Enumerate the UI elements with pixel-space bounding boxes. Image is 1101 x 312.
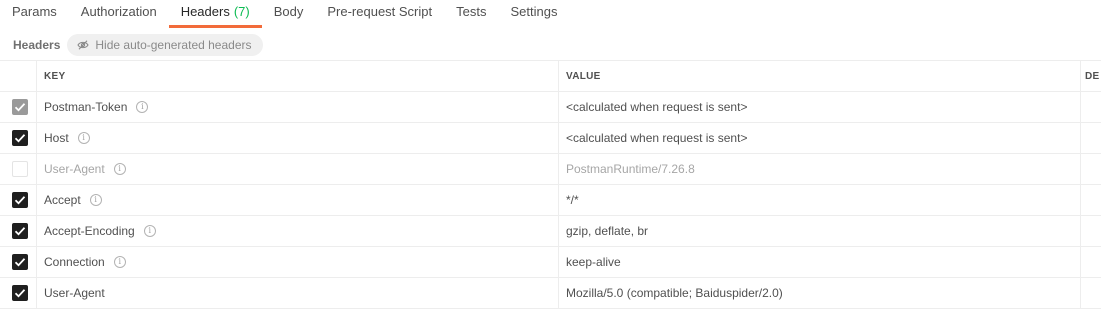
table-row: User-Agent i PostmanRuntime/7.26.8 xyxy=(0,154,1101,185)
info-icon[interactable]: i xyxy=(136,101,149,113)
row-key-text: Accept-Encoding xyxy=(44,224,135,238)
check-icon xyxy=(14,103,26,112)
row-checkbox-cell xyxy=(0,92,37,122)
row-key[interactable]: Connection i xyxy=(37,247,559,277)
tab-headers-count: (7) xyxy=(233,4,250,19)
row-description[interactable] xyxy=(1081,92,1101,122)
table-row: User-Agent Mozilla/5.0 (compatible; Baid… xyxy=(0,278,1101,309)
hide-auto-generated-headers-label: Hide auto-generated headers xyxy=(95,38,252,52)
row-checkbox[interactable] xyxy=(12,285,28,301)
row-description[interactable] xyxy=(1081,216,1101,246)
header-checkbox-column xyxy=(0,61,37,91)
tab-body[interactable]: Body xyxy=(262,0,316,28)
row-checkbox[interactable] xyxy=(12,161,28,177)
table-row: Host i <calculated when request is sent> xyxy=(0,123,1101,154)
row-key-text: Host xyxy=(44,131,69,145)
headers-section-title: Headers xyxy=(13,38,61,52)
row-key-text: User-Agent xyxy=(44,162,105,176)
row-checkbox[interactable] xyxy=(12,99,28,115)
tab-settings[interactable]: Settings xyxy=(498,0,569,28)
column-header-value: VALUE xyxy=(559,61,1081,91)
row-key-text: Postman-Token xyxy=(44,100,128,114)
row-checkbox-cell xyxy=(0,278,37,308)
row-description[interactable] xyxy=(1081,247,1101,277)
row-key[interactable]: Postman-Token i xyxy=(37,92,559,122)
check-icon xyxy=(14,227,26,236)
table-header-row: KEY VALUE DE xyxy=(0,61,1101,92)
row-description[interactable] xyxy=(1081,154,1101,184)
headers-table: KEY VALUE DE Postman-Token i <calculated… xyxy=(0,60,1101,309)
row-checkbox-cell xyxy=(0,154,37,184)
row-key-text: User-Agent xyxy=(44,286,105,300)
row-key-text: Accept xyxy=(44,193,81,207)
tab-headers-label: Headers xyxy=(180,4,230,19)
row-checkbox[interactable] xyxy=(12,254,28,270)
row-value[interactable]: Mozilla/5.0 (compatible; Baiduspider/2.0… xyxy=(559,278,1081,308)
info-icon[interactable]: i xyxy=(113,163,126,175)
row-checkbox-cell xyxy=(0,123,37,153)
tab-headers[interactable]: Headers (7) xyxy=(168,0,262,28)
check-icon xyxy=(14,258,26,267)
tab-authorization[interactable]: Authorization xyxy=(69,0,169,28)
tab-tests[interactable]: Tests xyxy=(444,0,498,28)
info-icon[interactable]: i xyxy=(113,256,126,268)
request-tabs: Params Authorization Headers (7) Body Pre… xyxy=(0,0,1101,28)
row-key[interactable]: User-Agent xyxy=(37,278,559,308)
table-row: Accept i */* xyxy=(0,185,1101,216)
row-description[interactable] xyxy=(1081,185,1101,215)
hide-auto-generated-headers-button[interactable]: Hide auto-generated headers xyxy=(67,34,263,56)
row-checkbox-cell xyxy=(0,216,37,246)
tab-params[interactable]: Params xyxy=(0,0,69,28)
row-description[interactable] xyxy=(1081,123,1101,153)
eye-off-icon xyxy=(77,40,90,50)
row-key[interactable]: Accept i xyxy=(37,185,559,215)
row-key[interactable]: Host i xyxy=(37,123,559,153)
row-value[interactable]: gzip, deflate, br xyxy=(559,216,1081,246)
headers-subheader: Headers Hide auto-generated headers xyxy=(0,33,1101,57)
row-checkbox[interactable] xyxy=(12,130,28,146)
tab-pre-request-script[interactable]: Pre-request Script xyxy=(315,0,444,28)
info-icon[interactable]: i xyxy=(89,194,102,206)
row-checkbox[interactable] xyxy=(12,223,28,239)
column-header-key: KEY xyxy=(37,61,559,91)
row-key[interactable]: User-Agent i xyxy=(37,154,559,184)
table-row: Connection i keep-alive xyxy=(0,247,1101,278)
row-key-text: Connection xyxy=(44,255,105,269)
table-row: Accept-Encoding i gzip, deflate, br xyxy=(0,216,1101,247)
row-checkbox-cell xyxy=(0,185,37,215)
check-icon xyxy=(14,196,26,205)
row-value[interactable]: */* xyxy=(559,185,1081,215)
column-header-description: DE xyxy=(1085,70,1100,82)
table-row: Postman-Token i <calculated when request… xyxy=(0,92,1101,123)
row-value[interactable]: PostmanRuntime/7.26.8 xyxy=(559,154,1081,184)
row-description[interactable] xyxy=(1081,278,1101,308)
info-icon[interactable]: i xyxy=(77,132,90,144)
row-value[interactable]: <calculated when request is sent> xyxy=(559,92,1081,122)
check-icon xyxy=(14,134,26,143)
check-icon xyxy=(14,289,26,298)
row-value[interactable]: <calculated when request is sent> xyxy=(559,123,1081,153)
row-checkbox-cell xyxy=(0,247,37,277)
row-value[interactable]: keep-alive xyxy=(559,247,1081,277)
row-checkbox[interactable] xyxy=(12,192,28,208)
row-key[interactable]: Accept-Encoding i xyxy=(37,216,559,246)
info-icon[interactable]: i xyxy=(143,225,156,237)
